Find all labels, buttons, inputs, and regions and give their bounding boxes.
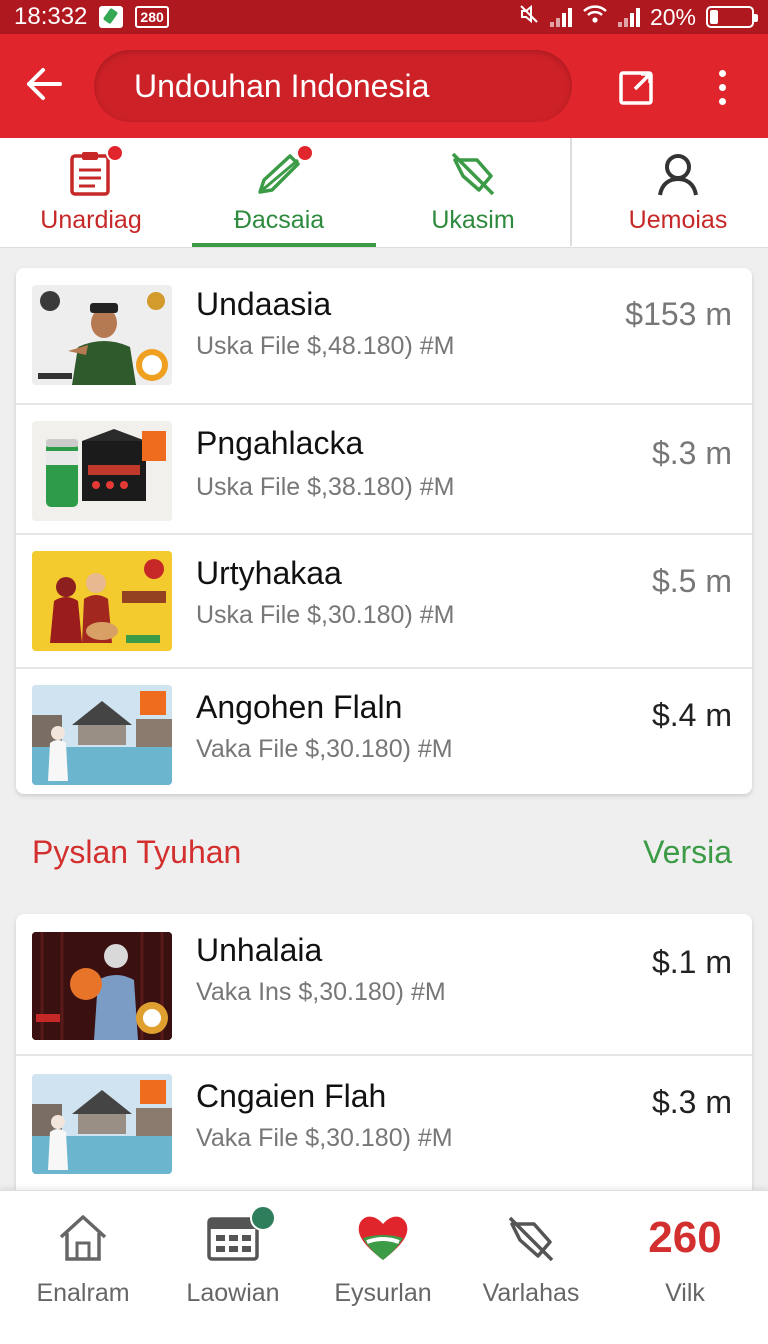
item-price: $.3 m: [651, 435, 732, 471]
list-item[interactable]: Undaasia Uska File $,48.180) #M $153 m: [16, 268, 752, 405]
nav-varlahas[interactable]: Varlahas: [456, 1191, 606, 1344]
item-subtitle: Uska File $,38.180) #M: [196, 473, 455, 501]
tab-label: Ukasim: [431, 206, 515, 234]
tab-unardiag[interactable]: Unardiag: [16, 138, 166, 248]
share-box-icon: [619, 71, 653, 105]
item-subtitle: Uska File $,30.180) #M: [196, 601, 455, 629]
page-title: Undouhan Indonesia: [134, 67, 430, 104]
item-title: Cngaien Flah: [196, 1078, 387, 1114]
arrow-left-icon: [27, 68, 62, 100]
item-title: Unhalaia: [196, 932, 323, 968]
wifi-icon: [582, 3, 608, 31]
status-time: 18:332: [14, 3, 88, 30]
nav-label: Enalram: [36, 1279, 130, 1307]
section-title: Pyslan Tyuhan: [32, 834, 242, 870]
item-price: $.4 m: [651, 697, 732, 733]
tab-label: Unardiag: [40, 206, 142, 234]
item-subtitle: Uska File $,48.180) #M: [196, 332, 455, 360]
tab-uemoias[interactable]: Uemoias: [600, 138, 756, 248]
nav-count: 260: [648, 1213, 722, 1262]
item-subtitle: Vaka File $,30.180) #M: [196, 735, 453, 763]
product-list-card: Undaasia Uska File $,48.180) #M $153 m P…: [16, 268, 752, 794]
item-price: $.3 m: [651, 1084, 732, 1120]
item-subtitle: Vaka Ins $,30.180) #M: [196, 978, 446, 1006]
battery-icon: [706, 6, 758, 28]
item-title: Undaasia: [196, 286, 332, 322]
secondary-list-card: Unhalaia Vaka Ins $,30.180) #M $.1 m Cng…: [16, 914, 752, 1214]
tab-badge: [296, 144, 314, 162]
nav-vilk[interactable]: 260 Vilk: [610, 1191, 760, 1344]
product-thumbnail: [32, 285, 172, 385]
nav-label: Laowian: [186, 1279, 280, 1307]
tab-bar: Unardiag Đacsaia Ukasim Uemoias: [0, 138, 768, 248]
product-thumbnail: [32, 421, 172, 521]
list-item[interactable]: Angohen Flaln Vaka File $,30.180) #M $.4…: [16, 669, 752, 794]
product-thumbnail: [32, 685, 172, 785]
nav-eysurlan[interactable]: Eysurlan: [308, 1191, 458, 1344]
nav-laowian[interactable]: Laowian: [158, 1191, 308, 1344]
item-title: Angohen Flaln: [196, 689, 403, 725]
slash-tag-icon: [451, 152, 495, 196]
home-icon: [59, 1215, 107, 1261]
tab-divider: [570, 138, 572, 246]
nav-label: Varlahas: [482, 1279, 580, 1307]
active-tab-indicator: [192, 243, 376, 247]
status-badge: 280: [135, 6, 169, 28]
list-item[interactable]: Urtyhakaa Uska File $,30.180) #M $.5 m: [16, 535, 752, 669]
status-bar: 18:332 280 20%: [0, 0, 768, 34]
item-price: $.5 m: [651, 563, 732, 599]
item-price: $153 m: [625, 296, 732, 332]
item-title: Urtyhakaa: [196, 555, 342, 591]
product-thumbnail: [32, 1074, 172, 1174]
section-action-link[interactable]: Versia: [643, 834, 732, 871]
nav-label: Eysurlan: [334, 1279, 432, 1307]
bottom-navigation: Enalram Laowian Eysurlan Varlahas 260 Vi…: [0, 1190, 768, 1344]
share-button[interactable]: [612, 62, 662, 112]
item-price: $.1 m: [651, 944, 732, 980]
mute-icon: [518, 3, 540, 31]
item-subtitle: Vaka File $,30.180) #M: [196, 1124, 453, 1152]
signal-2-icon: [617, 7, 640, 27]
tab-ukasim[interactable]: Ukasim: [398, 138, 548, 248]
nav-enalram[interactable]: Enalram: [8, 1191, 158, 1344]
nav-label: Vilk: [665, 1279, 705, 1307]
person-icon: [658, 154, 698, 196]
list-item[interactable]: Unhalaia Vaka Ins $,30.180) #M $.1 m: [16, 914, 752, 1056]
tab-dacsaia[interactable]: Đacsaia: [204, 138, 354, 248]
back-button[interactable]: [20, 60, 68, 108]
nav-badge: [250, 1205, 276, 1231]
tab-label: Đacsaia: [233, 206, 325, 234]
heart-icon: [358, 1216, 408, 1260]
product-thumbnail: [32, 932, 172, 1040]
note-app-icon: [99, 6, 124, 28]
tab-badge: [106, 144, 124, 162]
item-title: Pngahlacka: [196, 425, 364, 461]
app-bar: Undouhan Indonesia: [0, 34, 768, 138]
tab-label: Uemoias: [628, 206, 728, 234]
list-item[interactable]: Pngahlacka Uska File $,38.180) #M $.3 m: [16, 405, 752, 535]
battery-percent: 20%: [649, 3, 696, 30]
product-thumbnail: [32, 551, 172, 651]
slash-tag-icon: [508, 1216, 554, 1262]
more-options-button[interactable]: [702, 62, 742, 112]
title-search-field[interactable]: Undouhan Indonesia: [94, 50, 572, 122]
signal-icon: [549, 7, 572, 27]
